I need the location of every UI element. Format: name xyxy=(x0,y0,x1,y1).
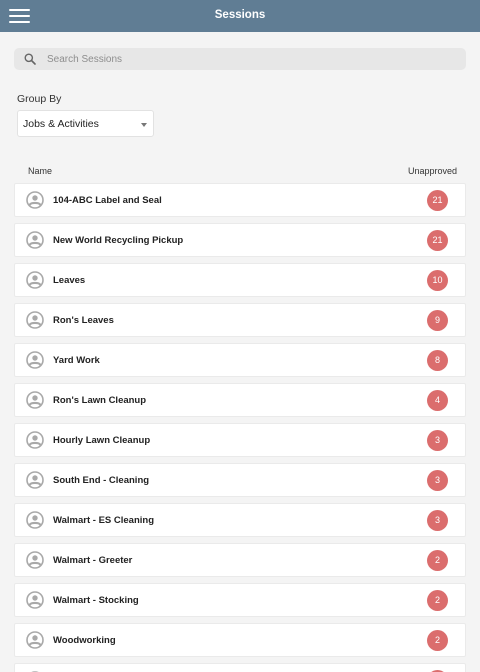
session-row[interactable]: New World Recycling Pickup 21 xyxy=(14,223,466,257)
session-name: Walmart - Greeter xyxy=(53,555,133,566)
session-row[interactable]: Woodworking 2 xyxy=(14,623,466,657)
session-name: Ron's Leaves xyxy=(53,315,114,326)
session-name: South End - Cleaning xyxy=(53,475,150,486)
session-row[interactable]: South End - Cleaning 3 xyxy=(14,463,466,497)
unapproved-count-badge: 4 xyxy=(427,390,448,411)
person-circle-icon xyxy=(26,591,44,609)
menu-line xyxy=(9,21,30,23)
unapproved-count-badge: 2 xyxy=(427,550,448,571)
session-name: Hourly Lawn Cleanup xyxy=(53,435,151,446)
chevron-down-icon xyxy=(141,123,147,127)
session-row[interactable]: Walmart - ES Cleaning 3 xyxy=(14,503,466,537)
session-name: Woodworking xyxy=(53,635,116,646)
person-circle-icon xyxy=(26,231,44,249)
unapproved-count-badge: 3 xyxy=(427,470,448,491)
search-input[interactable] xyxy=(47,48,447,70)
unapproved-count-badge: 9 xyxy=(427,310,448,331)
unapproved-count-badge: 3 xyxy=(427,510,448,531)
unapproved-count-badge: 2 xyxy=(427,590,448,611)
person-circle-icon xyxy=(26,551,44,569)
person-circle-icon xyxy=(26,511,44,529)
session-row[interactable]: Hourly Lawn Cleanup 3 xyxy=(14,423,466,457)
session-row[interactable]: Walmart - Stocking 2 xyxy=(14,583,466,617)
session-name: Walmart - Stocking xyxy=(53,595,139,606)
person-circle-icon xyxy=(26,191,44,209)
session-row[interactable]: Walmart - Greeter 2 xyxy=(14,543,466,577)
sessions-list: 104-ABC Label and Seal 21 New World Recy… xyxy=(14,183,466,672)
search-icon xyxy=(24,53,36,65)
unapproved-count-badge: 10 xyxy=(427,270,448,291)
unapproved-count-badge: 21 xyxy=(427,230,448,251)
unapproved-count-badge: 21 xyxy=(427,190,448,211)
group-by-label: Group By xyxy=(17,93,62,105)
person-circle-icon xyxy=(26,351,44,369)
page-title: Sessions xyxy=(214,9,266,21)
person-circle-icon xyxy=(26,391,44,409)
unapproved-count-badge: 3 xyxy=(427,430,448,451)
search-bar[interactable] xyxy=(14,48,466,70)
session-row[interactable] xyxy=(14,663,466,672)
session-name: Leaves xyxy=(53,275,86,286)
group-by-select[interactable]: Jobs & Activities xyxy=(17,110,154,137)
person-circle-icon xyxy=(26,311,44,329)
session-name: Yard Work xyxy=(53,355,100,366)
session-row[interactable]: 104-ABC Label and Seal 21 xyxy=(14,183,466,217)
column-header-unapproved: Unapproved xyxy=(407,166,457,176)
person-circle-icon xyxy=(26,471,44,489)
session-row[interactable]: Leaves 10 xyxy=(14,263,466,297)
session-row[interactable]: Ron's Lawn Cleanup 4 xyxy=(14,383,466,417)
column-header-name: Name xyxy=(28,166,53,176)
session-row[interactable]: Ron's Leaves 9 xyxy=(14,303,466,337)
person-circle-icon xyxy=(26,431,44,449)
app-header: Sessions xyxy=(0,0,480,32)
session-name: Walmart - ES Cleaning xyxy=(53,515,154,526)
person-circle-icon xyxy=(26,271,44,289)
group-by-selected-value: Jobs & Activities xyxy=(23,118,99,130)
person-circle-icon xyxy=(26,631,44,649)
session-name: New World Recycling Pickup xyxy=(53,235,184,246)
session-row[interactable]: Yard Work 8 xyxy=(14,343,466,377)
session-name: 104-ABC Label and Seal xyxy=(53,195,162,206)
session-name: Ron's Lawn Cleanup xyxy=(53,395,147,406)
unapproved-count-badge: 8 xyxy=(427,350,448,371)
unapproved-count-badge: 2 xyxy=(427,630,448,651)
